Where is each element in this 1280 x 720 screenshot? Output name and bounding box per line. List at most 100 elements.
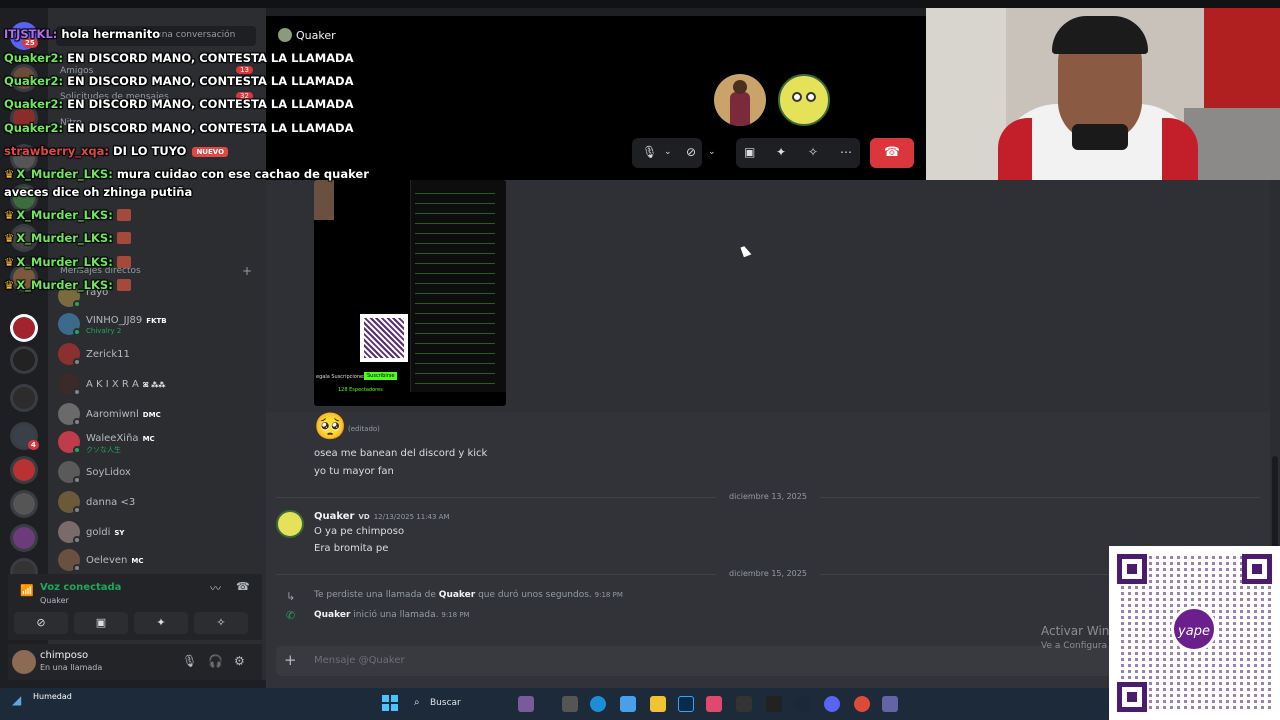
weather-label[interactable]: Humedad [33, 692, 72, 701]
activities-button[interactable]: ✦ [134, 612, 188, 634]
sys-name[interactable]: Quaker [439, 590, 475, 600]
thumb-qr-pattern [364, 318, 404, 358]
dm-tag: MC [131, 557, 144, 565]
missed-call-icon: ↳ [286, 590, 296, 603]
taskbar-search[interactable]: ⌕ Buscar [410, 695, 510, 713]
soundboard-icon[interactable]: ✧ [808, 145, 818, 159]
dm-item[interactable]: A K I X R Aꕤ ⁂⁂ [56, 372, 256, 398]
overlay-line: aveces dice oh zhinga putiña [4, 185, 192, 199]
soundboard-button[interactable]: ✧ [194, 612, 248, 634]
dm-item[interactable]: Aaromiwnl DMC [56, 402, 256, 428]
settings-gear-icon[interactable]: ⚙ [234, 654, 245, 668]
chevron-down-icon[interactable]: ⌄ [664, 147, 672, 157]
attached-screenshot[interactable]: egala Suscripciones Suscribirse 128 Espe… [314, 180, 506, 406]
participant-avatar[interactable] [714, 74, 766, 126]
status-dot [73, 418, 81, 426]
dm-name: SoyLidox [86, 467, 131, 478]
user-avatar[interactable] [12, 650, 36, 674]
teams-icon[interactable] [882, 696, 898, 712]
microphone-icon[interactable]: 🎙 [182, 654, 197, 668]
overlay-user: Quaker2: [4, 74, 64, 88]
overlay-text: EN DISCORD MANO, CONTESTA LA LLAMADA [67, 51, 354, 65]
date-separator: diciembre 13, 2025 [266, 492, 1270, 501]
server-icon[interactable] [10, 490, 38, 518]
app-icon[interactable] [518, 696, 534, 712]
dm-name: WaleeXiña MC [86, 433, 155, 444]
status-dot [73, 328, 81, 336]
search-icon: ⌕ [414, 697, 420, 708]
epic-games-icon[interactable] [766, 696, 782, 712]
app-icon[interactable] [736, 696, 752, 712]
chevron-down-icon: ⌄ [708, 147, 716, 157]
disconnect-icon[interactable]: ☎ [236, 580, 250, 593]
screen-share-button[interactable]: ▣ [74, 612, 128, 634]
screen-share-icon[interactable]: ▣ [744, 145, 755, 159]
dm-name-text: VINHO_JJ89 [86, 315, 143, 326]
headphones-icon[interactable]: 🎧 [208, 654, 223, 668]
emote-icon [116, 232, 131, 244]
voice-status: Voz conectada [40, 582, 122, 593]
camera-off-icon: ⊘ [686, 145, 697, 159]
call-title: Quaker [278, 28, 336, 42]
attach-plus-icon[interactable]: + [284, 651, 297, 669]
overlay-line: ♛ X_Murder_LKS: [4, 231, 131, 245]
overlay-text: EN DISCORD MANO, CONTESTA LA LLAMADA [67, 97, 354, 111]
overlay-line: ♛ X_Murder_LKS: mura cuidao con ese cacha… [4, 167, 369, 181]
sys-name[interactable]: Quaker [314, 610, 350, 620]
windows-start-icon[interactable] [382, 695, 398, 711]
hang-up-button[interactable]: ☎ [870, 138, 914, 168]
more-icon[interactable]: ⋯ [840, 145, 852, 159]
weather-icon[interactable]: ◢ [12, 693, 21, 707]
cap [1052, 16, 1148, 54]
chrome-icon[interactable] [854, 696, 870, 712]
dm-name: goldi SY [86, 527, 125, 538]
signal-icon[interactable]: 📶 [20, 584, 34, 597]
server-icon[interactable] [10, 524, 38, 552]
message-author[interactable]: Quaker VD 12/13/2025 11:43 AM [314, 511, 450, 522]
edge-icon[interactable] [590, 696, 606, 712]
system-message: Quaker inició una llamada. 9:18 PM [314, 610, 470, 620]
dm-tag: DMC [142, 411, 161, 419]
app-icon[interactable] [620, 696, 636, 712]
crown-icon: ♛ [4, 167, 15, 181]
dm-item[interactable]: SoyLidox [56, 460, 256, 486]
sys-time: 9:18 PM [594, 591, 623, 599]
photoshop-icon[interactable] [678, 696, 694, 712]
discord-icon[interactable] [824, 696, 840, 712]
file-explorer-icon[interactable] [650, 696, 666, 712]
status-dot [73, 476, 81, 484]
dm-item[interactable]: Zerick11 [56, 342, 256, 368]
crown-icon: ♛ [4, 278, 15, 292]
music-icon[interactable] [706, 696, 722, 712]
add-dm-icon[interactable]: + [242, 264, 252, 278]
camera-button[interactable]: ⊘ [14, 612, 68, 634]
mouth-cover [1072, 124, 1128, 150]
app-icon[interactable] [562, 696, 578, 712]
activities-icon[interactable]: ✦ [776, 145, 786, 159]
server-icon[interactable] [10, 456, 38, 484]
dm-name-text: WaleeXiña [86, 433, 139, 444]
nav-count: 13 [236, 66, 253, 74]
server-icon[interactable] [10, 346, 38, 374]
dm-item[interactable]: WaleeXiña MC クソな人生 [56, 430, 256, 456]
server-icon[interactable] [10, 384, 38, 412]
dm-name: A K I X R Aꕤ ⁂⁂ [86, 379, 165, 390]
steam-icon[interactable] [794, 696, 810, 712]
dm-item[interactable]: goldi SY [56, 520, 256, 546]
sys-text: que duró unos segundos. [478, 590, 592, 600]
dm-name: Oeleven MC [86, 555, 143, 566]
dm-activity: クソな人生 [86, 446, 121, 454]
server-icon[interactable] [10, 314, 38, 342]
dm-item[interactable]: VINHO_JJ89 FKTB Chivalry 2 [56, 312, 256, 338]
dm-item[interactable]: Oeleven MC [56, 548, 256, 574]
dm-item[interactable]: danna <3 [56, 490, 256, 516]
yape-qr-code: yape [1109, 546, 1280, 720]
dm-name: Aaromiwnl DMC [86, 409, 161, 420]
overlay-line: Quaker2: EN DISCORD MANO, CONTESTA LA LL… [4, 121, 354, 135]
overlay-line: ♛ X_Murder_LKS: [4, 208, 131, 222]
pleading-emoji: 🥺 [314, 412, 347, 442]
author-avatar[interactable] [276, 510, 304, 538]
camera-control[interactable]: ⊘ ⌄ [678, 138, 726, 168]
noise-suppression-icon[interactable]: 〰 [210, 580, 221, 596]
participant-avatar[interactable] [778, 74, 830, 126]
